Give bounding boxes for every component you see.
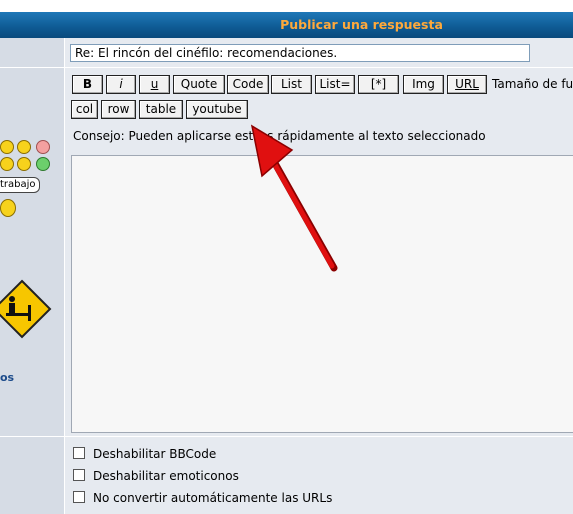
emoticon-worker-icon[interactable] [0, 199, 16, 217]
list-item-button[interactable]: [*] [358, 75, 399, 94]
emoticon-bubble[interactable]: trabajo [0, 177, 40, 193]
youtube-button[interactable]: youtube [186, 100, 248, 119]
more-emoticons-link[interactable]: os [0, 371, 14, 384]
red-arrow-annotation [250, 124, 338, 272]
disable-bbcode-option[interactable]: Deshabilitar BBCode [73, 447, 216, 461]
table-button[interactable]: table [139, 100, 183, 119]
underline-button[interactable]: u [139, 75, 170, 94]
emoticon-green-icon[interactable] [36, 157, 50, 171]
col-button[interactable]: col [71, 100, 98, 119]
emoticon-sad-icon[interactable] [36, 140, 50, 154]
url-button[interactable]: URL [447, 75, 487, 94]
quote-button[interactable]: Quote [173, 75, 225, 94]
list-button[interactable]: List [271, 75, 312, 94]
row-button[interactable]: row [101, 100, 136, 119]
post-reply-header: Publicar una respuesta [0, 12, 573, 38]
top-strip [0, 0, 573, 12]
header-title: Publicar una respuesta [280, 17, 443, 32]
emoticon-neutral-icon[interactable] [17, 157, 31, 171]
code-button[interactable]: Code [227, 75, 269, 94]
left-column [0, 38, 65, 514]
disable-url-parsing-checkbox[interactable] [73, 491, 85, 503]
disable-bbcode-checkbox[interactable] [73, 447, 85, 459]
list-ordered-button[interactable]: List= [315, 75, 355, 94]
option-label: Deshabilitar emoticonos [93, 469, 239, 483]
option-label: No convertir automáticamente las URLs [93, 491, 333, 505]
row-divider [0, 436, 573, 437]
image-button[interactable]: Img [403, 75, 444, 94]
disable-emoticons-option[interactable]: Deshabilitar emoticonos [73, 469, 239, 483]
emoticon-arrow-icon[interactable] [0, 157, 14, 171]
emoticon-smile-icon[interactable] [0, 140, 14, 154]
font-size-label: Tamaño de fu [492, 77, 573, 91]
bold-button[interactable]: B [72, 75, 103, 94]
row-divider [0, 67, 573, 68]
disable-emoticons-checkbox[interactable] [73, 469, 85, 481]
italic-button[interactable]: i [106, 75, 136, 94]
worker-sign-icon[interactable] [0, 279, 52, 339]
emoticon-grin-icon[interactable] [17, 140, 31, 154]
disable-url-parsing-option[interactable]: No convertir automáticamente las URLs [73, 491, 332, 505]
option-label: Deshabilitar BBCode [93, 447, 217, 461]
subject-input[interactable]: Re: El rincón del cinéfilo: recomendacio… [70, 44, 530, 62]
